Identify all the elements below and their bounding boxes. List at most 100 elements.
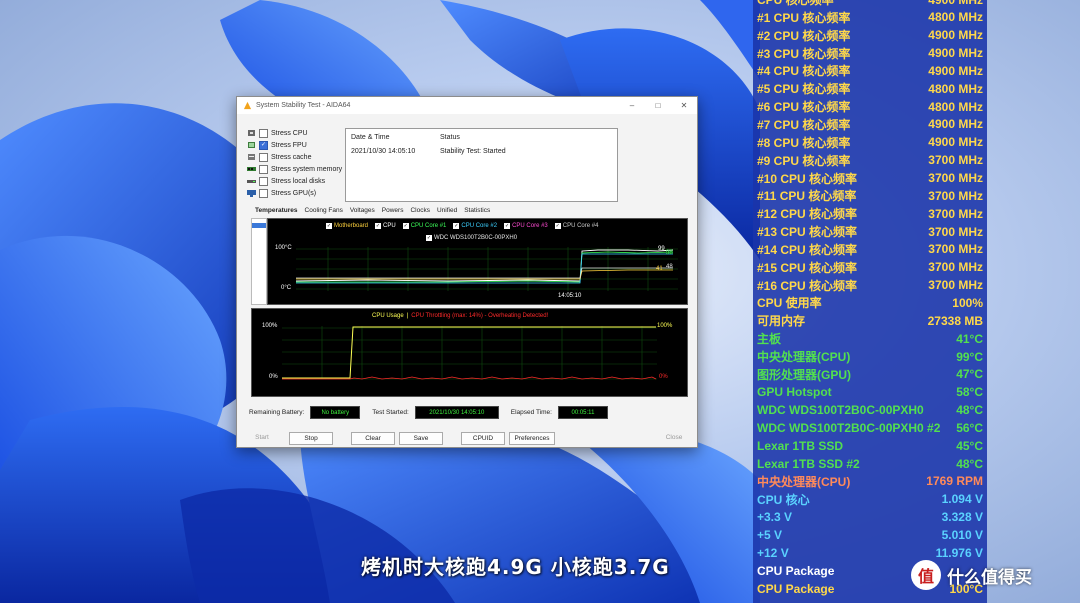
elapsed-time-value: 00:05:11: [557, 406, 608, 419]
preferences-button[interactable]: Preferences: [509, 432, 555, 445]
sensor-list-selected-item[interactable]: [252, 223, 266, 228]
osd-value: 1769 RPM: [926, 474, 983, 489]
stress-cache-checkbox[interactable]: [259, 152, 268, 162]
tab-powers[interactable]: Powers: [382, 207, 404, 214]
close-button[interactable]: Close: [661, 432, 687, 443]
table-row[interactable]: 2021/10/30 14:05:10 Stability Test: Star…: [351, 148, 506, 155]
status-table: Date & Time Status 2021/10/30 14:05:10 S…: [345, 128, 618, 202]
legend-cpu-core-2[interactable]: ✓ CPU Core #2: [453, 223, 497, 229]
stress-option-cpu[interactable]: Stress CPU: [247, 127, 342, 139]
osd-value: 48°C: [956, 403, 983, 418]
osd-row: WDC WDS100T2B0C-00PXH0 #2 56°C: [757, 419, 983, 436]
osd-value: 3700 MHz: [928, 171, 983, 185]
osd-value: 47°C: [956, 367, 983, 382]
osd-value: 3700 MHz: [928, 242, 983, 257]
y-axis-max-label: 100°C: [275, 245, 292, 251]
tab-voltages[interactable]: Voltages: [350, 207, 375, 214]
start-button[interactable]: Start: [249, 432, 275, 443]
window-title: System Stability Test - AIDA64: [256, 102, 351, 109]
stress-option-fpu[interactable]: ✓ Stress FPU: [247, 139, 342, 151]
status-datetime: 2021/10/30 14:05:10: [351, 148, 416, 155]
window-titlebar[interactable]: System Stability Test - AIDA64 – □ ✕: [237, 97, 697, 114]
clear-button[interactable]: Clear: [351, 432, 395, 445]
osd-value: 5.010 V: [941, 528, 983, 542]
osd-row: #1 CPU 核心频率 4800 MHz: [757, 9, 983, 26]
osd-row: CPU 核心 1.094 V: [757, 491, 983, 508]
osd-row: #6 CPU 核心频率 4800 MHz: [757, 98, 983, 115]
site-watermark: 值 什么值得买: [911, 560, 1032, 590]
osd-label: #11 CPU 核心频率: [757, 189, 857, 204]
osd-row: #9 CPU 核心频率 3700 MHz: [757, 152, 983, 169]
stress-cpu-checkbox[interactable]: [259, 128, 268, 138]
osd-row: 可用内存 27338 MB: [757, 312, 983, 329]
tab-cooling-fans[interactable]: Cooling Fans: [305, 207, 343, 214]
osd-label: CPU 使用率: [757, 296, 822, 311]
osd-value: 4800 MHz: [928, 99, 983, 114]
legend-cpu-core-1[interactable]: ✓ CPU Core #1: [402, 223, 446, 229]
stop-button[interactable]: Stop: [289, 432, 333, 445]
osd-value: 4800 MHz: [928, 10, 983, 25]
usage-right-max-label: 100%: [657, 323, 673, 329]
stress-gpu-checkbox[interactable]: [259, 188, 268, 198]
osd-label: #14 CPU 核心频率: [757, 242, 858, 257]
series-motherboard-temperature: [296, 269, 673, 280]
legend-wdc-disk[interactable]: ✓ WDC WDS100T2B0C-00PXH0: [426, 235, 517, 241]
stress-option-gpu[interactable]: Stress GPU(s): [247, 187, 342, 199]
checkbox-icon: ✓: [426, 235, 432, 241]
osd-row: #3 CPU 核心频率 4900 MHz: [757, 45, 983, 62]
osd-row: CPU 使用率 100%: [757, 294, 983, 311]
stress-memory-checkbox[interactable]: [259, 164, 268, 174]
close-icon[interactable]: ✕: [671, 101, 697, 110]
remaining-battery-value: No battery: [310, 406, 361, 419]
stress-options: Stress CPU ✓ Stress FPU Stress cache Str…: [247, 127, 342, 199]
osd-row: #12 CPU 核心频率 3700 MHz: [757, 205, 983, 222]
tab-temperatures[interactable]: Temperatures: [255, 207, 298, 214]
aida64-app-icon: [243, 101, 252, 110]
osd-value: 3700 MHz: [928, 153, 983, 168]
tab-statistics[interactable]: Statistics: [464, 207, 490, 214]
chart-tabs: Temperatures Cooling Fans Voltages Power…: [255, 207, 497, 214]
minimize-icon[interactable]: –: [619, 101, 645, 110]
osd-label: #8 CPU 核心频率: [757, 135, 851, 150]
osd-label: CPU 核心频率: [757, 0, 834, 7]
osd-label: #7 CPU 核心频率: [757, 117, 851, 132]
osd-value: 48°C: [956, 456, 983, 471]
test-started-label: Test Started:: [372, 409, 409, 416]
stress-option-label: Stress FPU: [271, 141, 307, 149]
x-axis-time-label: 14:05:10: [558, 293, 582, 299]
stress-disks-checkbox[interactable]: [259, 176, 268, 186]
legend-cpu-core-4[interactable]: ✓ CPU Core #4: [554, 223, 598, 229]
usage-right-min-label: 0%: [659, 374, 668, 380]
test-info-bar: Remaining Battery: No battery Test Start…: [249, 406, 608, 419]
legend-label: CPU Core #3: [512, 223, 548, 229]
osd-label: #9 CPU 核心频率: [757, 153, 851, 168]
stress-option-cache[interactable]: Stress cache: [247, 151, 342, 163]
legend-label: Motherboard: [334, 223, 369, 229]
tab-unified[interactable]: Unified: [437, 207, 457, 214]
tab-clocks[interactable]: Clocks: [410, 207, 430, 214]
temperature-legend-row2: ✓ WDC WDS100T2B0C-00PXH0: [426, 235, 524, 241]
legend-cpu-core-3[interactable]: ✓ CPU Core #3: [504, 223, 548, 229]
temperature-chart: ✓ Motherboard ✓ CPU ✓ CPU Core #1 ✓ CPU …: [267, 218, 688, 305]
cpuid-button[interactable]: CPUID: [461, 432, 505, 445]
stress-option-label: Stress CPU: [271, 129, 308, 137]
osd-value: 4800 MHz: [928, 81, 983, 96]
osd-value: 11.976 V: [935, 545, 983, 560]
stress-option-memory[interactable]: Stress system memory: [247, 163, 342, 175]
osd-row: #10 CPU 核心频率 3700 MHz: [757, 170, 983, 187]
legend-cpu[interactable]: ✓ CPU: [375, 223, 396, 229]
test-started-value: 2021/10/30 14:05:10: [414, 406, 499, 419]
sensor-list[interactable]: [251, 218, 267, 305]
maximize-icon[interactable]: □: [645, 101, 671, 110]
series-cpu-temperature: [295, 249, 674, 282]
legend-motherboard[interactable]: ✓ Motherboard: [326, 223, 368, 229]
cpu-throttling-warning: CPU Throttling (max: 14%) - Overheating …: [411, 313, 549, 319]
osd-value: 1.094 V: [941, 492, 983, 507]
osd-value: 3.328 V: [941, 510, 983, 525]
osd-label: #2 CPU 核心频率: [757, 28, 851, 43]
series-core-temperature: [296, 251, 674, 283]
stress-option-disks[interactable]: Stress local disks: [247, 175, 342, 187]
save-button[interactable]: Save: [399, 432, 443, 445]
osd-value: 4900 MHz: [928, 117, 983, 132]
stress-fpu-checkbox[interactable]: ✓: [259, 140, 268, 150]
